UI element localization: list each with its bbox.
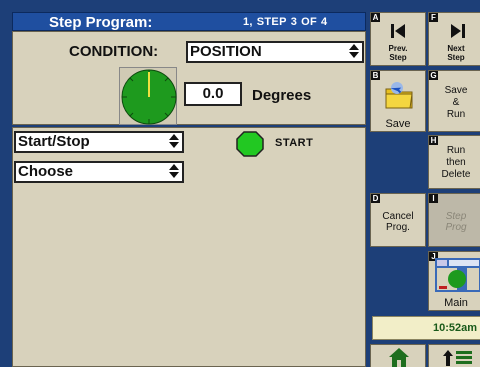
select-arrows-icon — [169, 134, 179, 148]
step-counter: 1, STEP 3 OF 4 — [243, 16, 331, 28]
cancel-program-button[interactable]: D Cancel Prog. — [370, 193, 426, 247]
up-arrow-list-icon — [443, 350, 472, 366]
run-delete-label-3: Delete — [441, 169, 471, 180]
run-delete-label-1: Run — [446, 145, 466, 156]
key-label: G — [429, 71, 438, 80]
next-step-button[interactable]: F Next Step — [428, 12, 480, 66]
scroll-up-list-button[interactable] — [428, 344, 480, 367]
step-word: STEP — [256, 16, 287, 28]
step-program-button[interactable]: I Step Prog — [428, 193, 480, 247]
main-button[interactable]: J Main — [428, 251, 480, 311]
step-number: 3 — [290, 16, 298, 28]
condition-select[interactable]: POSITION — [186, 41, 364, 63]
page-title: Step Program: — [49, 14, 153, 31]
step-prog-label-1: Step — [445, 211, 467, 222]
position-value-field[interactable]: 0.0 — [184, 82, 242, 106]
dial-icon — [121, 69, 177, 125]
step-index: 1, — [243, 16, 253, 28]
home-icon — [389, 348, 409, 367]
save-run-label-3: Run — [446, 109, 466, 120]
prev-step-label-2: Step — [389, 53, 407, 62]
save-run-label-1: Save — [444, 85, 468, 96]
action-select-value: Start/Stop — [18, 133, 90, 150]
step-total: 4 — [321, 16, 328, 28]
key-label: F — [429, 13, 438, 22]
cancel-label-2: Prog. — [386, 222, 410, 233]
of-word: OF — [301, 16, 318, 28]
start-indicator[interactable] — [236, 131, 264, 157]
condition-value: POSITION — [190, 43, 262, 60]
step-program-screen: Step Program: 1, STEP 3 OF 4 CONDITION: POSI… — [0, 0, 480, 367]
save-and-run-button[interactable]: G Save & Run — [428, 70, 480, 132]
save-folder-icon — [385, 82, 413, 109]
prev-step-icon — [391, 24, 405, 38]
key-label: I — [429, 194, 438, 203]
step-prog-label-2: Prog — [445, 222, 467, 233]
choose-select-value: Choose — [18, 163, 74, 180]
action-select[interactable]: Start/Stop — [14, 131, 184, 153]
next-step-icon — [451, 24, 465, 38]
select-arrows-icon — [349, 44, 359, 58]
title-bar: Step Program: 1, STEP 3 OF 4 — [12, 12, 366, 31]
start-indicator-icon — [236, 131, 264, 157]
main-label: Main — [444, 297, 468, 309]
save-label: Save — [385, 118, 411, 130]
position-gauge — [119, 67, 177, 125]
clock: 10:52am — [372, 316, 480, 340]
prev-step-button[interactable]: A Prev. Step — [370, 12, 426, 66]
save-button[interactable]: B Save — [370, 70, 426, 132]
next-step-label-2: Step — [447, 53, 465, 62]
home-button[interactable] — [370, 344, 426, 367]
run-then-delete-button[interactable]: H Run then Delete — [428, 135, 480, 189]
key-label: D — [371, 194, 380, 203]
run-delete-label-2: then — [446, 157, 466, 168]
position-unit-label: Degrees — [252, 87, 312, 104]
key-label: B — [371, 71, 380, 80]
select-arrows-icon — [169, 164, 179, 178]
save-run-label-2: & — [452, 97, 460, 108]
key-label: H — [429, 136, 438, 145]
start-label: START — [275, 137, 314, 149]
next-step-label-1: Next — [447, 44, 465, 53]
condition-panel: CONDITION: POSITION — [12, 31, 366, 125]
cancel-label-1: Cancel — [382, 211, 414, 222]
choose-select[interactable]: Choose — [14, 161, 184, 183]
main-screen-thumbnail-icon — [435, 258, 480, 292]
condition-label: CONDITION: — [69, 43, 159, 60]
prev-step-label-1: Prev. — [388, 44, 408, 53]
key-label: A — [371, 13, 380, 22]
